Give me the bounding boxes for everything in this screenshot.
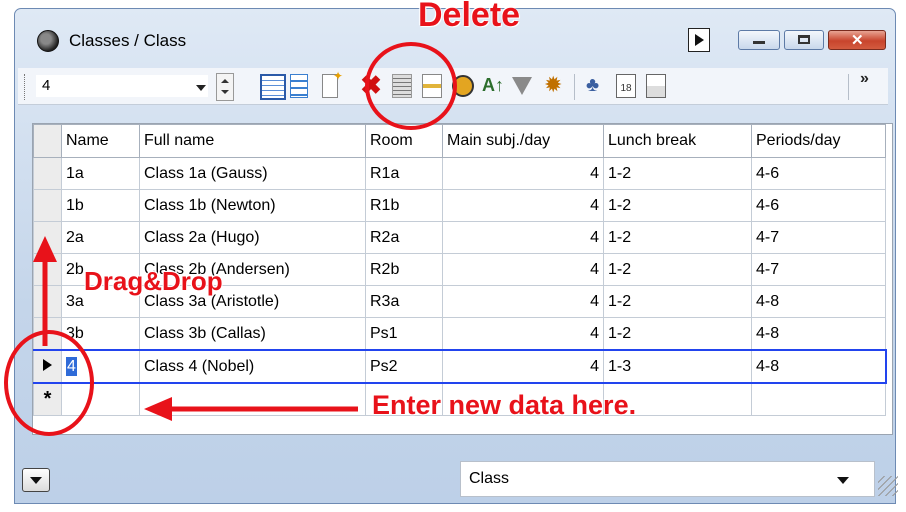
- row-header[interactable]: [33, 253, 62, 286]
- minimize-icon: [753, 41, 765, 44]
- cell-periods[interactable]: 4-8: [751, 349, 887, 384]
- row-header[interactable]: [33, 189, 62, 222]
- delete-annotation-circle: [365, 42, 457, 130]
- cell-main-subj[interactable]: 4: [442, 253, 604, 286]
- cell-main-subj[interactable]: 4: [442, 157, 604, 190]
- table-row[interactable]: 1a Class 1a (Gauss) R1a 4 1-2 4-6: [33, 157, 886, 190]
- sort-icon[interactable]: A↑: [482, 74, 504, 96]
- toolbar-separator: [574, 74, 575, 100]
- spin-down-icon[interactable]: [221, 90, 229, 94]
- cell-lunch-break[interactable]: 1-2: [603, 189, 752, 222]
- close-icon: ✕: [851, 32, 864, 49]
- cell-periods[interactable]: 4-8: [751, 285, 886, 318]
- column-header-lunch-break[interactable]: Lunch break: [603, 124, 752, 158]
- table-row[interactable]: 3b Class 3b (Callas) Ps1 4 1-2 4-8: [33, 317, 886, 351]
- cell-lunch-break[interactable]: 1-2: [603, 253, 752, 286]
- cell-full-name[interactable]: Class 1b (Newton): [139, 189, 366, 222]
- chevron-down-icon[interactable]: [196, 85, 206, 91]
- cell-lunch-break[interactable]: 1-2: [603, 157, 752, 190]
- navigate-icon[interactable]: [688, 28, 710, 52]
- row-header-corner: [33, 124, 62, 158]
- spin-up-icon[interactable]: [221, 79, 229, 83]
- cell-main-subj[interactable]: 4: [442, 189, 604, 222]
- new-row-icon[interactable]: [322, 69, 343, 98]
- column-header-name[interactable]: Name: [61, 124, 140, 158]
- cell-periods[interactable]: 4-7: [751, 221, 886, 254]
- cell-periods[interactable]: 4-7: [751, 253, 886, 286]
- cell-main-subj[interactable]: 4: [442, 285, 604, 318]
- person-icon[interactable]: ♣: [586, 74, 608, 96]
- cell-room[interactable]: R2b: [365, 253, 443, 286]
- cell-lunch-break[interactable]: 1-3: [603, 349, 752, 384]
- cell-lunch-break[interactable]: 1-2: [603, 285, 752, 318]
- app-icon: [37, 30, 59, 52]
- table-row[interactable]: 1b Class 1b (Newton) R1b 4 1-2 4-6: [33, 189, 886, 222]
- cell-room[interactable]: Ps2: [365, 349, 443, 384]
- maximize-icon: [798, 35, 810, 44]
- close-button[interactable]: ✕: [828, 30, 886, 50]
- resize-grip[interactable]: [878, 476, 898, 496]
- new-cell-periods[interactable]: [751, 382, 886, 416]
- cell-room[interactable]: R2a: [365, 221, 443, 254]
- enter-data-annotation-label: Enter new data here.: [372, 390, 637, 420]
- cell-periods[interactable]: 4-6: [751, 189, 886, 222]
- chevron-down-icon[interactable]: [837, 477, 849, 484]
- expand-down-button[interactable]: [22, 468, 50, 492]
- cell-name[interactable]: 2a: [61, 221, 140, 254]
- record-spinner[interactable]: [216, 73, 234, 101]
- cell-room[interactable]: R3a: [365, 285, 443, 318]
- grid-remove-icon[interactable]: [290, 74, 308, 98]
- cell-full-name[interactable]: Class 1a (Gauss): [139, 157, 366, 190]
- column-header-full-name[interactable]: Full name: [139, 124, 366, 158]
- copy-icon[interactable]: [646, 74, 666, 98]
- cell-main-subj[interactable]: 4: [442, 349, 604, 384]
- cell-full-name[interactable]: Class 3b (Callas): [139, 317, 366, 351]
- header-row: Name Full name Room Main subj./day Lunch…: [33, 124, 886, 158]
- settings-gear-icon[interactable]: ✹: [544, 74, 566, 96]
- maximize-button[interactable]: [784, 30, 824, 50]
- cell-room[interactable]: Ps1: [365, 317, 443, 351]
- delete-annotation-label: Delete: [418, 0, 521, 34]
- toolbar-grip[interactable]: [24, 74, 28, 100]
- class-combo-value: 4: [42, 77, 51, 94]
- table-row[interactable]: 2a Class 2a (Hugo) R2a 4 1-2 4-7: [33, 221, 886, 254]
- column-header-main-subj[interactable]: Main subj./day: [442, 124, 604, 158]
- row-header[interactable]: [33, 221, 62, 254]
- table-row-selected[interactable]: 4 Class 4 (Nobel) Ps2 4 1-3 4-8: [33, 349, 887, 384]
- minimize-button[interactable]: [738, 30, 780, 50]
- view-select[interactable]: Class: [460, 461, 875, 497]
- cell-periods[interactable]: 4-6: [751, 157, 886, 190]
- cell-periods[interactable]: 4-8: [751, 317, 886, 351]
- drag-annotation-circle: [4, 330, 94, 436]
- cell-name[interactable]: 1b: [61, 189, 140, 222]
- cell-lunch-break[interactable]: 1-2: [603, 317, 752, 351]
- new-cell-full-name[interactable]: [139, 382, 366, 416]
- cell-full-name[interactable]: Class 4 (Nobel): [139, 349, 366, 384]
- cell-main-subj[interactable]: 4: [442, 317, 604, 351]
- cell-main-subj[interactable]: 4: [442, 221, 604, 254]
- drag-drop-annotation-label: Drag&Drop: [84, 266, 223, 296]
- window-title: Classes / Class: [69, 31, 187, 50]
- row-header[interactable]: [33, 157, 62, 190]
- class-combo[interactable]: 4: [36, 75, 208, 97]
- row-header[interactable]: [33, 285, 62, 318]
- grid-add-icon[interactable]: [260, 74, 286, 100]
- cell-name[interactable]: 1a: [61, 157, 140, 190]
- column-header-periods[interactable]: Periods/day: [751, 124, 886, 158]
- toolbar-separator: [848, 74, 849, 100]
- cell-full-name[interactable]: Class 2a (Hugo): [139, 221, 366, 254]
- cell-lunch-break[interactable]: 1-2: [603, 221, 752, 254]
- filter-icon[interactable]: [512, 77, 532, 95]
- toolbar-overflow-button[interactable]: »: [860, 70, 869, 88]
- cell-room[interactable]: R1b: [365, 189, 443, 222]
- calendar-icon[interactable]: 18: [616, 74, 636, 98]
- cell-room[interactable]: R1a: [365, 157, 443, 190]
- footer-bar: Class: [16, 446, 898, 502]
- view-select-value: Class: [469, 470, 510, 487]
